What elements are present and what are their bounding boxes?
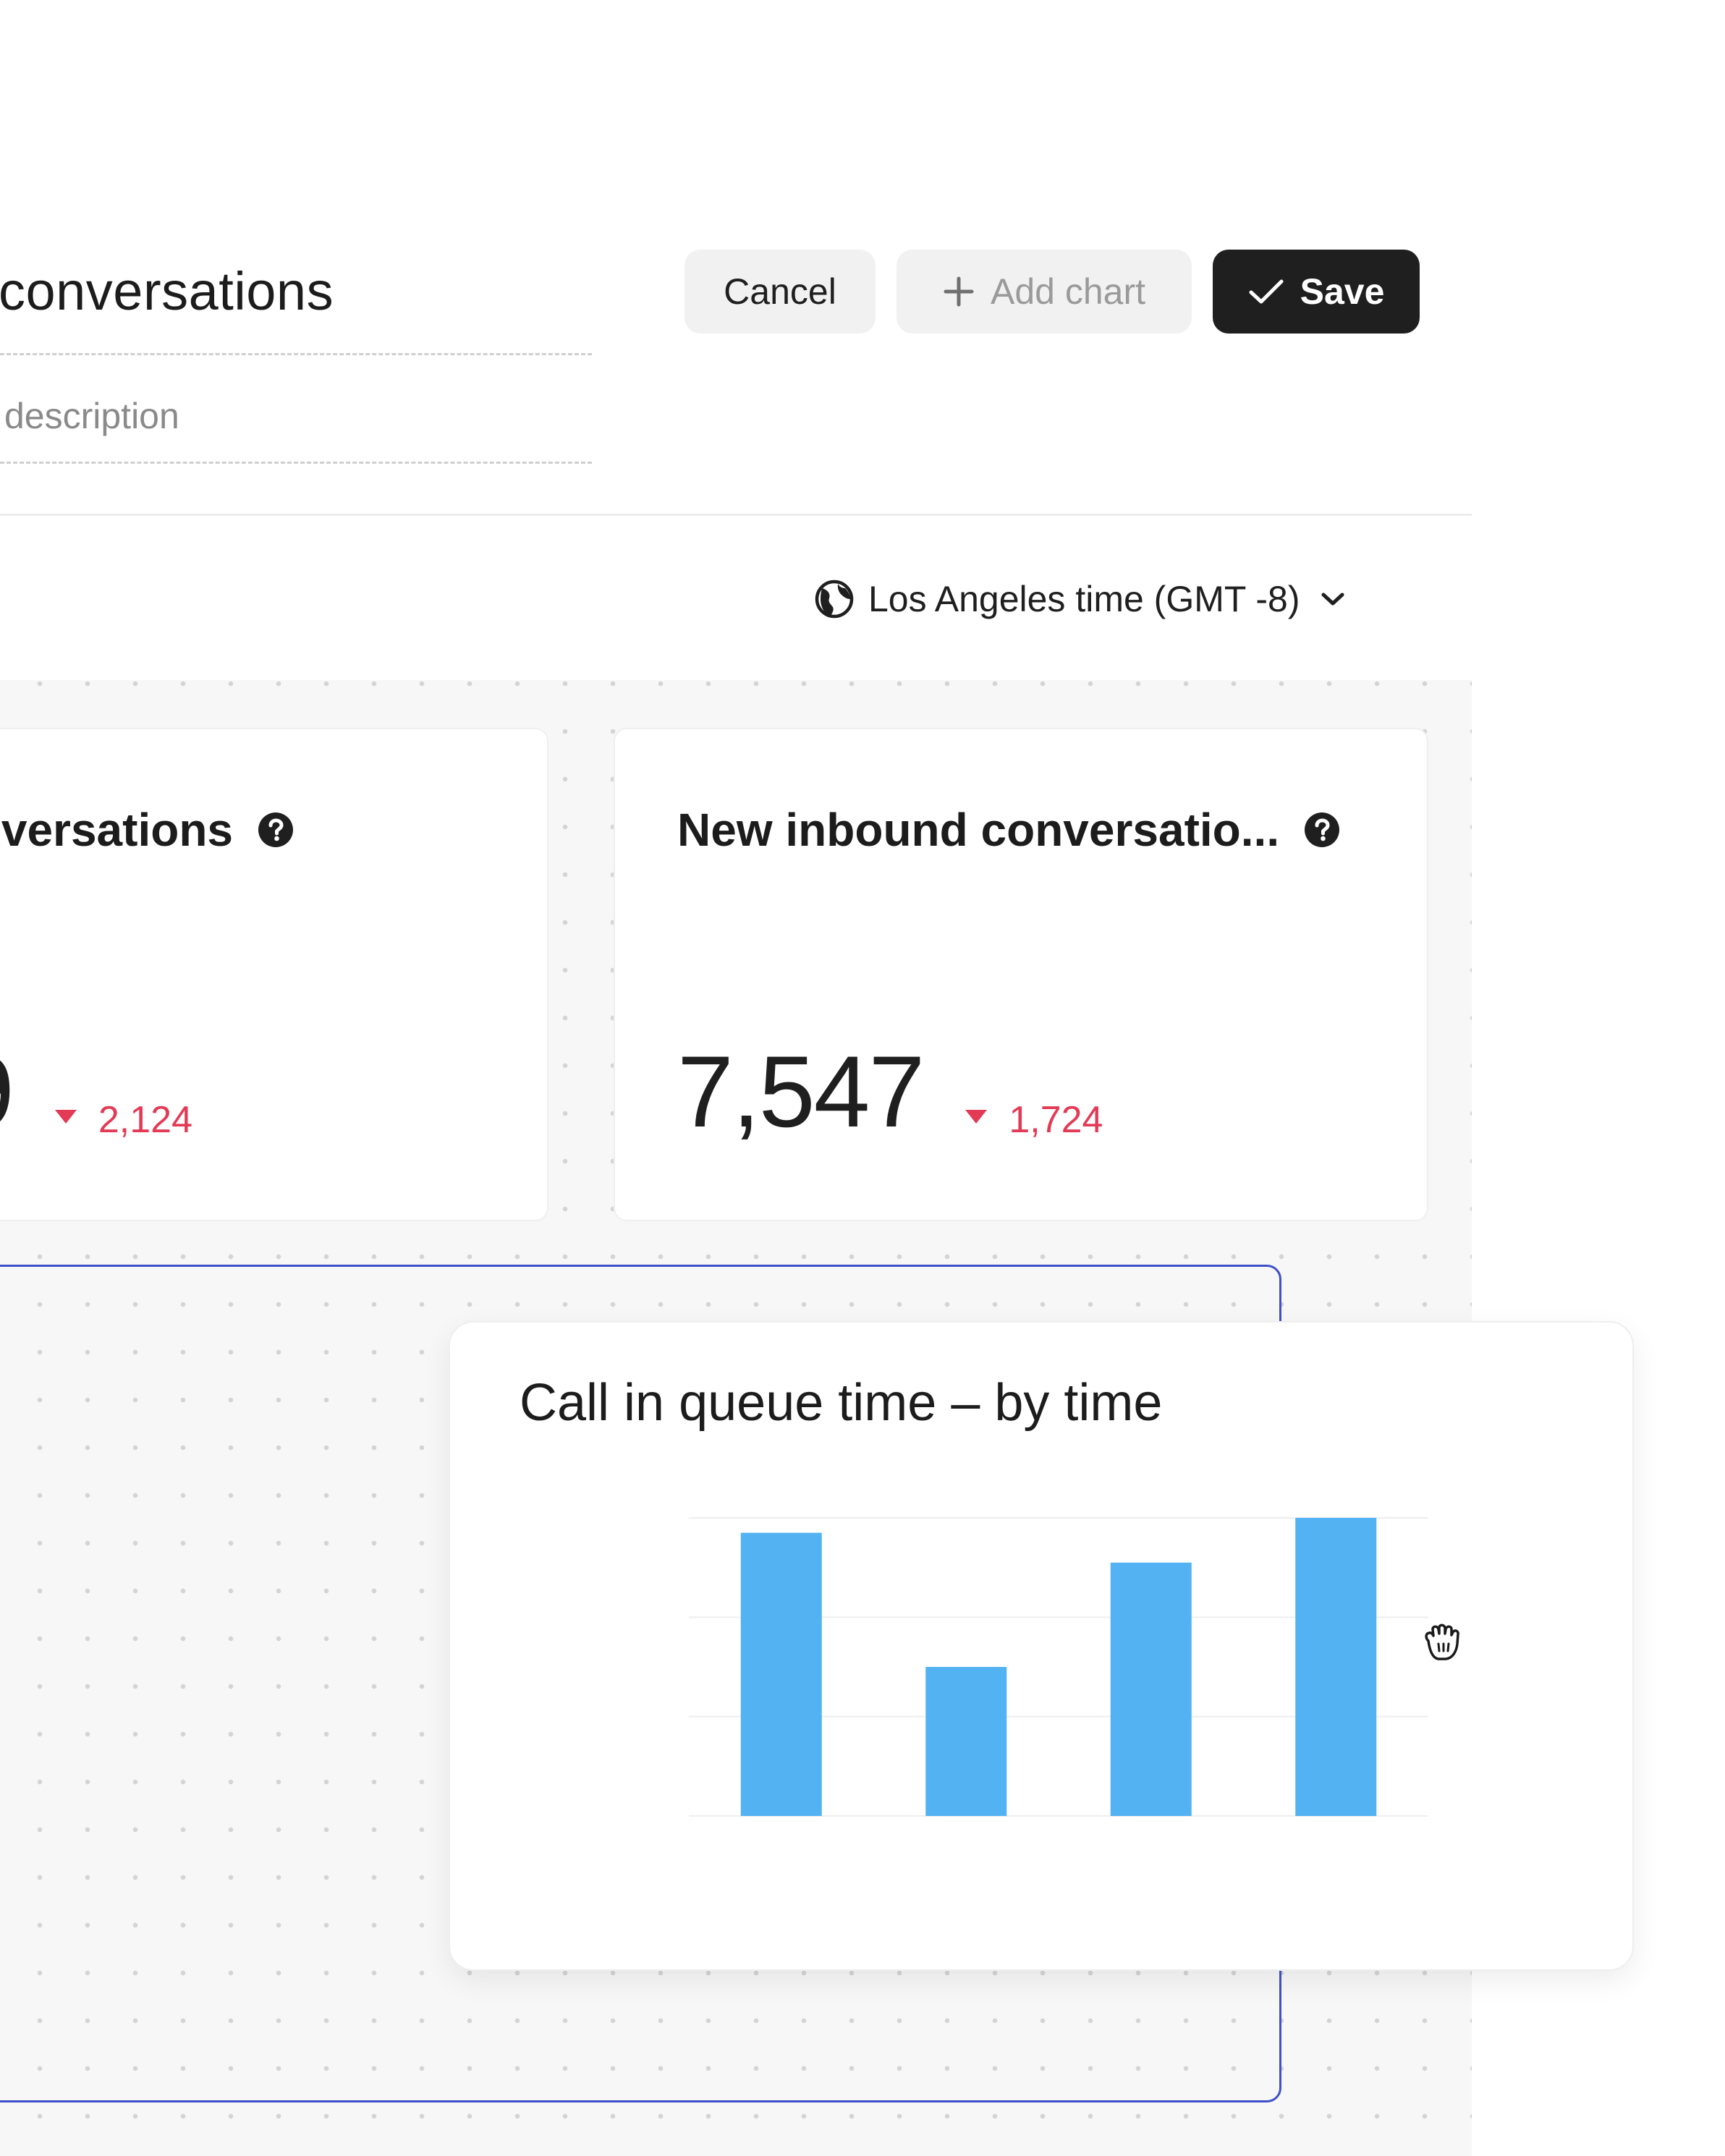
grab-cursor-icon [1420, 1619, 1469, 1669]
metric-card-title-text: New inbound conversatio... [677, 804, 1280, 856]
metric-value: 9 [0, 1033, 14, 1150]
cancel-button-label: Cancel [724, 271, 836, 312]
metric-card-value: 9 2,124 [0, 1033, 192, 1150]
metric-card[interactable]: New inbound conversatio... 7,547 1,724 [614, 728, 1428, 1221]
cancel-button[interactable]: Cancel [685, 250, 876, 334]
metric-card-value: 7,547 1,724 [677, 1033, 1103, 1150]
metric-card[interactable]: versations 9 2,124 [0, 728, 548, 1221]
metric-card-title: New inbound conversatio... [677, 803, 1340, 857]
metric-delta-value: 1,724 [1009, 1098, 1103, 1141]
metric-value: 7,547 [677, 1035, 925, 1148]
add-chart-button[interactable]: Add chart [897, 250, 1192, 334]
title-underline [0, 353, 592, 355]
metric-delta: 1,724 [965, 1098, 1103, 1142]
metric-delta: 2,124 [54, 1098, 193, 1142]
header-divider [0, 514, 1472, 516]
plus-icon [943, 276, 975, 307]
save-button[interactable]: Save [1213, 250, 1420, 334]
dashboard-title[interactable]: conversations [0, 260, 334, 322]
check-icon [1248, 277, 1284, 306]
timezone-label: Los Angeles time (GMT -8) [868, 579, 1300, 619]
metric-card-title: versations [1, 803, 294, 857]
question-circle-icon[interactable] [258, 812, 294, 848]
chevron-down-icon [1321, 591, 1345, 607]
chart-bar [1110, 1562, 1192, 1816]
chart-bar [1295, 1518, 1377, 1816]
dashboard-editor: conversations description Cancel Add cha… [0, 0, 1725, 2156]
description-underline [0, 462, 592, 464]
triangle-down-icon [965, 1110, 988, 1124]
triangle-down-icon [54, 1110, 77, 1124]
metric-delta-value: 2,124 [98, 1098, 193, 1141]
timezone-selector[interactable]: Los Angeles time (GMT -8) [815, 572, 1345, 627]
question-circle-icon[interactable] [1304, 812, 1340, 848]
metric-card-title-text: versations [1, 804, 233, 856]
chart-bar [740, 1532, 822, 1816]
add-chart-button-label: Add chart [990, 271, 1145, 312]
save-button-label: Save [1300, 271, 1385, 312]
globe-icon [815, 580, 854, 619]
description-input[interactable]: description [4, 395, 179, 437]
chart-bar [925, 1667, 1007, 1816]
